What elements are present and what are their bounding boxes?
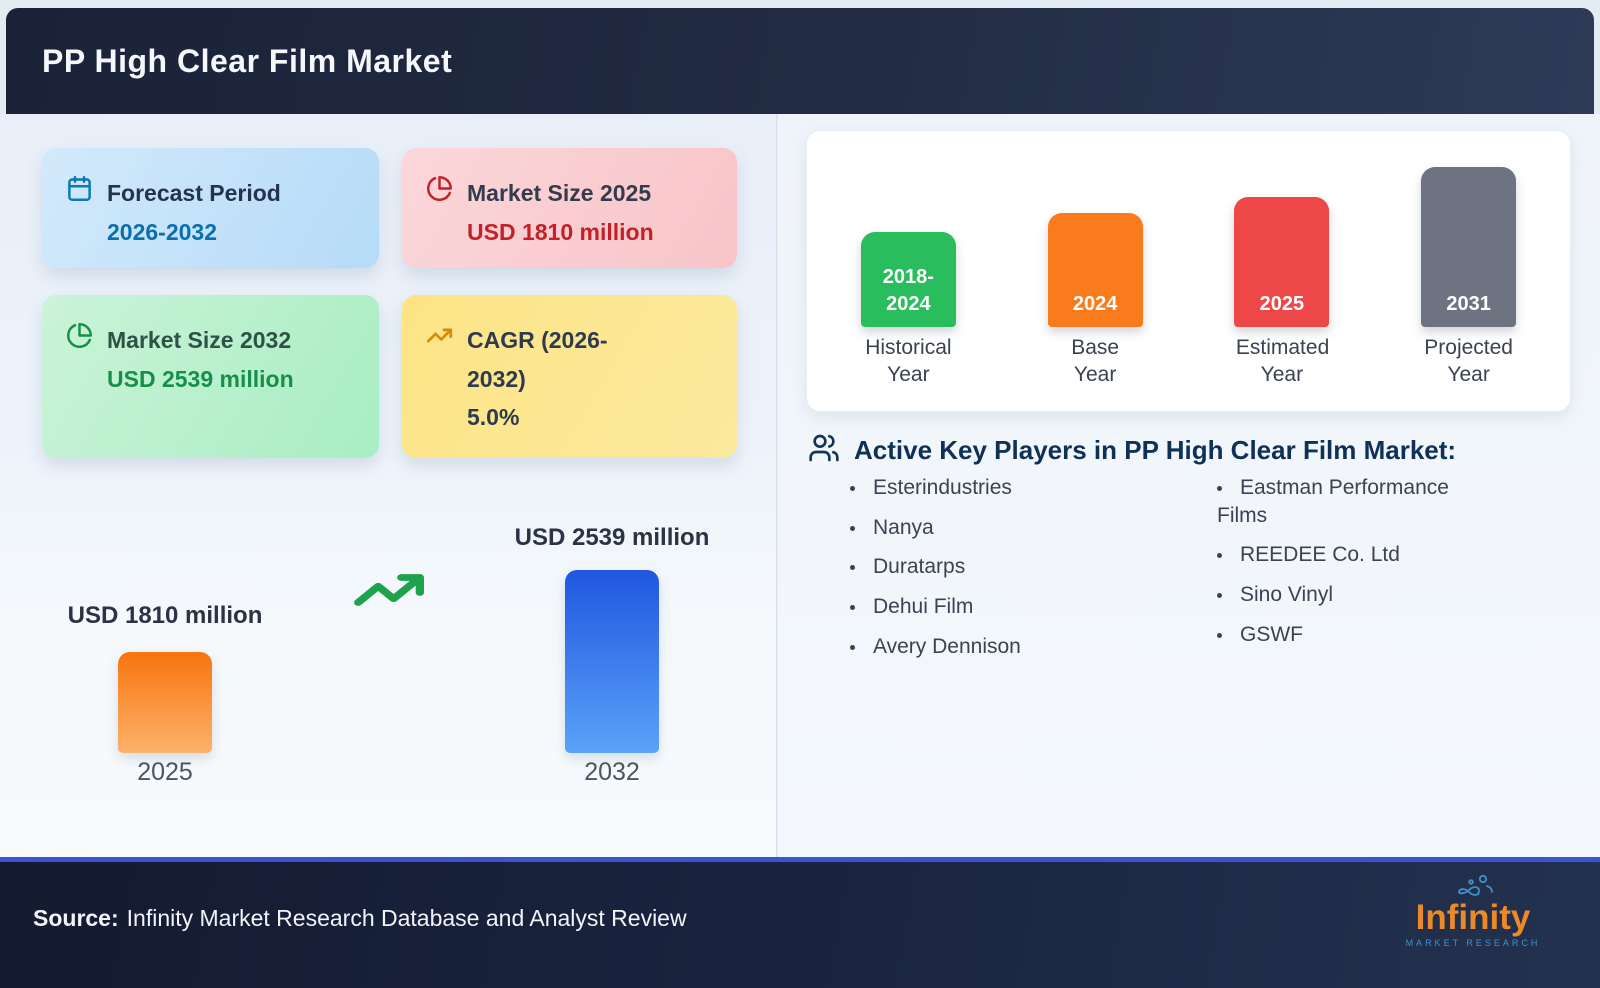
key-player-item: Eastman Performance Films: [1213, 474, 1493, 529]
timeline-category-label: Historical Year: [865, 335, 952, 387]
key-player-item: Sino Vinyl: [1213, 581, 1493, 609]
key-player-item: Duratarps: [846, 553, 1156, 581]
timeline-bar-year: 2018- 2024: [882, 265, 934, 315]
infinity-logo-name: Infinity: [1415, 898, 1531, 937]
growth-bar-2025: [118, 652, 212, 753]
timeline-group-projected: 2031 Projected Year: [1421, 166, 1517, 389]
growth-axis-year: 2032: [584, 758, 640, 786]
key-players-list-right: Eastman Performance Films REEDEE Co. Ltd…: [1213, 474, 1493, 661]
growth-trend-arrow-icon: [352, 560, 426, 625]
key-player-item: Nanya: [846, 514, 1156, 542]
growth-bar-value-label: USD 2539 million: [514, 524, 710, 551]
main: Forecast Period 2026-2032 Market Size 20…: [0, 114, 1600, 857]
infinity-logo-subtitle: MARKET RESEARCH: [1405, 937, 1541, 948]
timeline-bar-base: 2024: [1047, 212, 1143, 327]
timeline-bar-year: 2025: [1259, 292, 1305, 315]
key-players-list-left: Esterindustries Nanya Duratarps Dehui Fi…: [846, 474, 1156, 673]
source-label: Source:: [33, 905, 119, 931]
timeline-group-historical: 2018- 2024 Historical Year: [860, 231, 956, 389]
left-panel: Forecast Period 2026-2032 Market Size 20…: [0, 114, 777, 857]
key-player-item: GSWF: [1213, 621, 1493, 649]
timeline-bar-year: 2024: [1072, 292, 1118, 315]
page-title: PP High Clear Film Market: [42, 42, 453, 79]
timeline-category-label: Base Year: [1071, 335, 1120, 387]
timeline-bar-year: 2031: [1446, 292, 1491, 315]
growth-chart: USD 1810 million USD 2539 million 2025 2…: [0, 114, 776, 857]
header: PP High Clear Film Market: [6, 8, 1594, 114]
growth-bar-value-label: USD 1810 million: [67, 602, 263, 629]
key-player-item: Avery Dennison: [846, 633, 1156, 661]
users-icon: [808, 432, 840, 469]
key-player-item: Esterindustries: [846, 474, 1156, 502]
growth-axis-year: 2025: [137, 758, 193, 786]
right-panel: 2018- 2024 Historical Year 2024 Base Yea…: [778, 114, 1600, 857]
key-players-heading-row: Active Key Players in PP High Clear Film…: [808, 432, 1456, 469]
timeline-group-estimated: 2025 Estimated Year: [1234, 196, 1330, 389]
footer: Source: Infinity Market Research Database…: [0, 857, 1600, 988]
timeline-bar-estimated: 2025: [1234, 196, 1330, 327]
source-line: Source: Infinity Market Research Database…: [33, 905, 687, 932]
timeline-category-label: Estimated Year: [1235, 335, 1330, 387]
key-players-heading: Active Key Players in PP High Clear Film…: [854, 435, 1457, 465]
timeline-bar-historical: 2018- 2024: [860, 231, 956, 327]
timeline-group-base: 2024 Base Year: [1047, 212, 1143, 389]
timeline-category-label: Projected Year: [1424, 335, 1513, 387]
source-text: Infinity Market Research Database and An…: [126, 905, 687, 931]
infinity-logo: Infinity MARKET RESEARCH: [1398, 872, 1548, 948]
growth-bar-2032: [565, 570, 659, 753]
key-player-item: REEDEE Co. Ltd: [1213, 541, 1493, 569]
timeline-bar-projected: 2031: [1421, 166, 1517, 327]
key-player-item: Dehui Film: [846, 593, 1156, 621]
timeline-card: 2018- 2024 Historical Year 2024 Base Yea…: [806, 130, 1571, 412]
